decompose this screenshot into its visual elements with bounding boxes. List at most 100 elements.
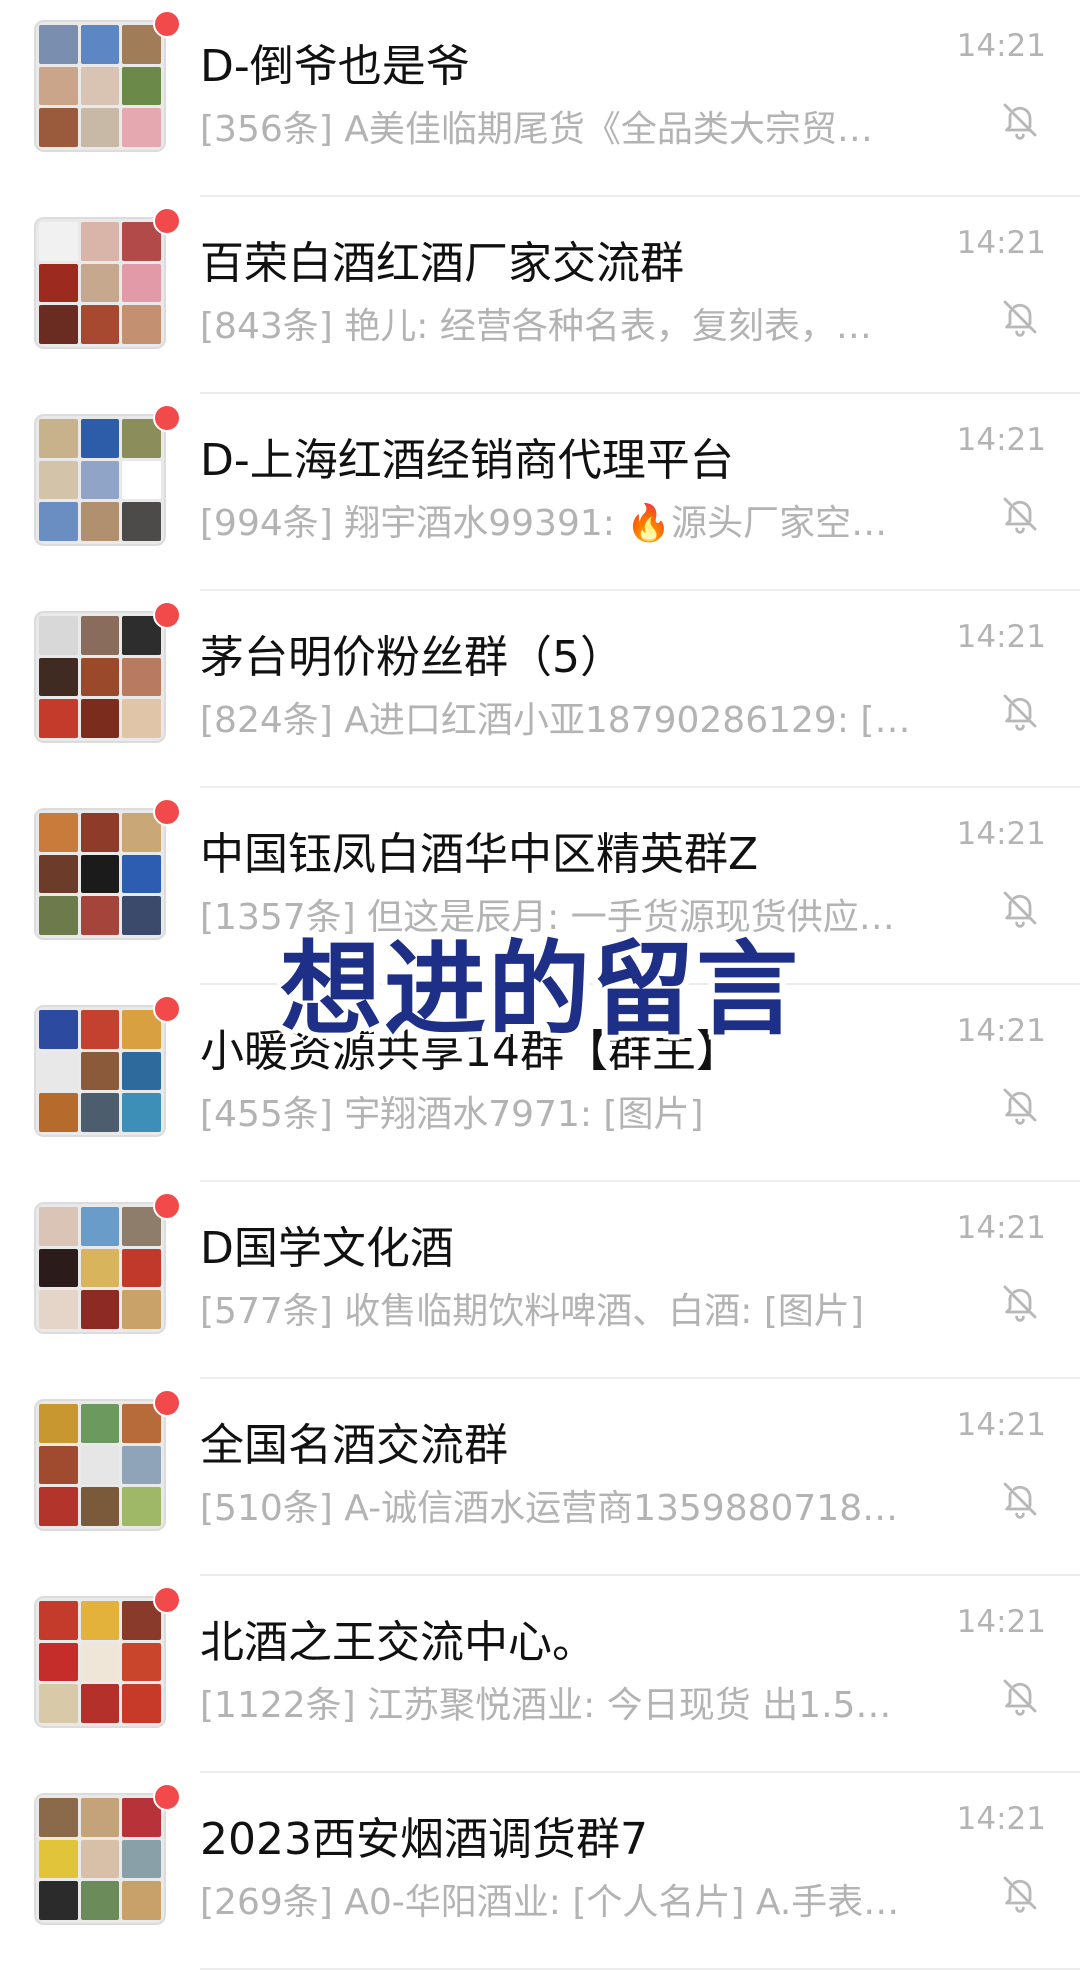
avatar-tile (39, 896, 78, 935)
avatar-tile (39, 1093, 78, 1132)
group-avatar[interactable] (34, 217, 166, 349)
chat-time: 14:21 (956, 28, 1046, 64)
chat-title: 中国钰凤白酒华中区精英群Z (200, 829, 759, 880)
chat-time: 14:21 (956, 422, 1046, 458)
avatar-tile (39, 1051, 78, 1091)
chat-list-item[interactable]: 小暖资源共享14群【群主】 14:21 [455条] 宇翔酒水7971: [图片] (0, 985, 1080, 1182)
avatar-tile (80, 813, 120, 852)
chat-preview: [455条] 宇翔酒水7971: [图片] (200, 1094, 704, 1135)
chat-preview: [1122条] 江苏聚悦酒业: 今日现货 出1.5… (200, 1685, 892, 1726)
avatar-tile (80, 1839, 120, 1879)
chat-list-item[interactable]: 全国名酒交流群 14:21 [510条] A-诚信酒水运营商1359880718… (0, 1379, 1080, 1576)
avatar-tile (122, 108, 161, 147)
avatar-tile (80, 1093, 120, 1132)
avatar-tile (122, 1248, 161, 1288)
avatar-tile (39, 854, 78, 894)
avatar-tile (122, 1290, 161, 1329)
chat-list-item[interactable]: 北酒之王交流中心。 14:21 [1122条] 江苏聚悦酒业: 今日现货 出1.5… (0, 1576, 1080, 1773)
chat-list-item[interactable]: D-倒爷也是爷 14:21 [356条] A美佳临期尾货《全品类大宗贸… (0, 0, 1080, 197)
avatar-tile (80, 222, 120, 261)
avatar-tile (80, 419, 120, 458)
avatar-tile (122, 305, 161, 344)
avatar-tile (39, 263, 78, 303)
unread-dot (153, 1586, 181, 1614)
avatar-tile (39, 1207, 78, 1246)
avatar-tile (39, 616, 78, 655)
avatar-tile (39, 1601, 78, 1640)
bell-slash-icon (1000, 492, 1040, 536)
chat-preview: [510条] A-诚信酒水运营商1359880718… (200, 1488, 899, 1529)
avatar-tile (39, 1290, 78, 1329)
avatar-tile (80, 854, 120, 894)
chat-list-item[interactable]: 中国钰凤白酒华中区精英群Z 14:21 [1357条] 但这是辰月: 一手货源现货供… (0, 788, 1080, 985)
group-avatar[interactable] (34, 1399, 166, 1531)
bell-slash-icon (1000, 1871, 1040, 1915)
chat-preview: [994条] 翔宇酒水99391: 🔥源头厂家空… (200, 503, 888, 544)
avatar-tile (39, 1839, 78, 1879)
group-avatar[interactable] (34, 1005, 166, 1137)
avatar-tile (122, 1487, 161, 1526)
chat-time: 14:21 (956, 1210, 1046, 1246)
bell-slash-icon (1000, 1477, 1040, 1521)
avatar-tile (122, 1839, 161, 1879)
group-avatar[interactable] (34, 1202, 166, 1334)
avatar-tile (39, 699, 78, 738)
avatar-tile (39, 1010, 78, 1049)
avatar-tile (80, 1881, 120, 1920)
chat-time: 14:21 (956, 619, 1046, 655)
avatar-tile (80, 460, 120, 500)
chat-title: 北酒之王交流中心。 (200, 1617, 596, 1668)
avatar-tile (80, 657, 120, 697)
chat-time: 14:21 (956, 1801, 1046, 1837)
avatar-tile (122, 502, 161, 541)
avatar-tile (39, 1684, 78, 1723)
avatar-tile (122, 1093, 161, 1132)
chat-list-item[interactable]: 茅台明价粉丝群（5） 14:21 [824条] A进口红酒小亚18790286129… (0, 591, 1080, 788)
chat-preview: [269条] A0-华阳酒业: [个人名片] A.手表… (200, 1882, 900, 1923)
chat-list-item[interactable]: 2023西安烟酒调货群7 14:21 [269条] A0-华阳酒业: [个人名片] … (0, 1773, 1080, 1970)
avatar-tile (122, 263, 161, 303)
group-avatar[interactable] (34, 1793, 166, 1925)
avatar-tile (39, 1404, 78, 1443)
avatar-tile (80, 1207, 120, 1246)
avatar-tile (39, 1487, 78, 1526)
bell-slash-icon (1000, 689, 1040, 733)
bell-slash-icon (1000, 886, 1040, 930)
avatar-tile (80, 263, 120, 303)
bell-slash-icon (1000, 1083, 1040, 1127)
group-avatar[interactable] (34, 1596, 166, 1728)
avatar-tile (39, 813, 78, 852)
bell-slash-icon (1000, 1674, 1040, 1718)
chat-preview: [843条] 艳儿: 经营各种名表，复刻表，… (200, 306, 872, 347)
avatar-tile (39, 1798, 78, 1837)
chat-list-item[interactable]: D-上海红酒经销商代理平台 14:21 [994条] 翔宇酒水99391: 🔥源头厂… (0, 394, 1080, 591)
unread-dot (153, 1192, 181, 1220)
chat-preview: [577条] 收售临期饮料啤酒、白酒: [图片] (200, 1291, 864, 1332)
avatar-tile (39, 1642, 78, 1682)
avatar-tile (39, 1445, 78, 1485)
avatar-tile (80, 1010, 120, 1049)
group-avatar[interactable] (34, 808, 166, 940)
avatar-tile (39, 419, 78, 458)
group-avatar[interactable] (34, 611, 166, 743)
bell-slash-icon (1000, 1280, 1040, 1324)
avatar-tile (80, 1248, 120, 1288)
unread-dot (153, 798, 181, 826)
avatar-tile (122, 460, 161, 500)
avatar-tile (122, 1642, 161, 1682)
avatar-tile (122, 1051, 161, 1091)
avatar-tile (80, 1798, 120, 1837)
avatar-tile (39, 66, 78, 106)
avatar-tile (39, 1248, 78, 1288)
chat-title: 2023西安烟酒调货群7 (200, 1814, 648, 1865)
group-avatar[interactable] (34, 20, 166, 152)
unread-dot (153, 207, 181, 235)
group-avatar[interactable] (34, 414, 166, 546)
avatar-tile (39, 108, 78, 147)
avatar-tile (122, 699, 161, 738)
chat-list-item[interactable]: 百荣白酒红酒厂家交流群 14:21 [843条] 艳儿: 经营各种名表，复刻表，… (0, 197, 1080, 394)
chat-time: 14:21 (956, 1604, 1046, 1640)
unread-dot (153, 404, 181, 432)
chat-list-item[interactable]: D国学文化酒 14:21 [577条] 收售临期饮料啤酒、白酒: [图片] (0, 1182, 1080, 1379)
unread-dot (153, 601, 181, 629)
